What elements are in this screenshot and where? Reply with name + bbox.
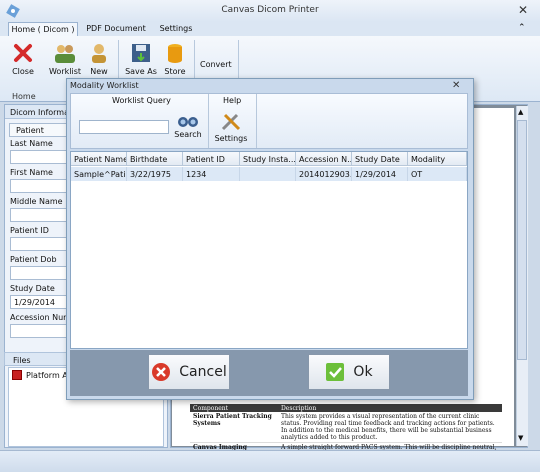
checkmark-icon [326,363,345,381]
column-header[interactable]: Accession N... [296,152,352,166]
study-date-label: Study Date [10,284,55,293]
close-icon [14,44,32,62]
settings-label: Settings [214,134,248,143]
database-icon [168,44,182,63]
new-button[interactable]: New [82,40,116,80]
status-bar [0,450,540,472]
users-icon [55,45,75,63]
table-cell[interactable]: 1/29/2014 [352,167,408,181]
patient-dob-label: Patient Dob [10,255,57,264]
dialog-footer [70,350,468,396]
cancel-icon [152,363,171,381]
column-header[interactable]: Modality [408,152,467,166]
doc-col-component: Component [193,405,229,412]
close-label: Close [12,67,34,76]
table-cell[interactable] [240,167,296,181]
doc-cell: Sierra Patient Tracking Systems [193,413,272,427]
worklist-query-input[interactable] [79,120,169,134]
table-cell[interactable]: Sample^Pati... [71,167,127,181]
worklist-label: Worklist [48,67,81,76]
table-cell[interactable]: 2014012903... [296,167,352,181]
save-icon [132,44,150,62]
file-item[interactable]: Platform Ar [26,371,71,380]
search-label: Search [174,130,202,139]
column-header[interactable]: Study Date [352,152,408,166]
column-header[interactable]: Patient Name [71,152,127,166]
first-name-label: First Name [10,168,53,177]
last-name-label: Last Name [10,139,53,148]
pdf-icon [12,370,22,380]
save-as-label: Save As [125,67,157,76]
scroll-down-icon[interactable]: ▼ [518,434,523,442]
tools-icon [221,113,241,131]
ribbon-group-home: Home [12,92,36,101]
settings-button[interactable]: Settings [214,112,248,150]
app-title: Canvas Dicom Printer [221,5,319,15]
ok-button[interactable]: Ok [308,354,390,390]
search-button[interactable]: Search [174,112,202,150]
table-cell[interactable]: OT [408,167,467,181]
convert-button[interactable]: Convert [200,60,232,69]
scrollbar-thumb[interactable] [517,120,527,360]
dialog-ribbon-separator [208,94,209,148]
patient-id-label: Patient ID [10,226,49,235]
middle-name-label: Middle Name [10,197,63,206]
ribbon-tab-row [0,22,540,36]
scroll-up-icon[interactable]: ▲ [518,108,523,116]
store-label: Store [164,67,186,76]
close-button[interactable]: Close [6,40,40,80]
worklist-query-group: Worklist Query [112,96,171,105]
dialog-close-icon[interactable]: ✕ [452,80,460,91]
patient-tab[interactable]: Patient [9,123,69,137]
save-as-button[interactable]: Save As [124,40,158,80]
dialog-title: Modality Worklist [70,81,139,90]
table-cell[interactable]: 1234 [183,167,240,181]
ribbon-collapse-icon[interactable]: ⌃ [518,23,526,33]
table-cell[interactable]: 3/22/1975 [127,167,183,181]
tab-settings[interactable]: Settings [154,22,198,37]
window-close-icon[interactable]: ✕ [516,3,530,17]
doc-cell: This system provides a visual representa… [281,413,495,441]
help-group: Help [223,96,242,105]
store-button[interactable]: Store [158,40,192,80]
ok-label: Ok [353,364,373,380]
cancel-label: Cancel [179,364,227,380]
doc-col-description: Description [281,405,317,412]
cancel-button[interactable]: Cancel [148,354,230,390]
dialog-ribbon-separator [256,94,257,148]
worklist-button[interactable]: Worklist [48,40,82,80]
tab-pdf-document[interactable]: PDF Document [84,22,148,37]
new-label: New [90,67,108,76]
binoculars-icon [178,117,198,127]
tab-home[interactable]: Home ( Dicom ) [8,22,78,37]
user-icon [92,44,106,63]
column-header[interactable]: Study Insta... [240,152,296,166]
column-header[interactable]: Patient ID [183,152,240,166]
column-header[interactable]: Birthdate [127,152,183,166]
